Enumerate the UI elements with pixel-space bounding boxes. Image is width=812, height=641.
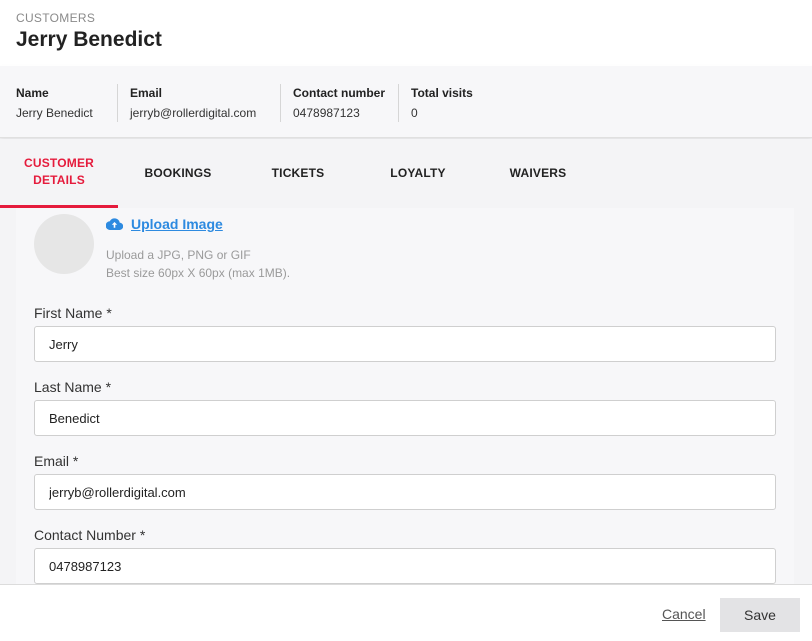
breadcrumb[interactable]: CUSTOMERS — [16, 11, 95, 25]
summary-label: Total visits — [411, 86, 473, 100]
upload-hint-size: Best size 60px X 60px (max 1MB). — [106, 266, 291, 280]
save-button[interactable]: Save — [720, 598, 800, 632]
tab-tickets[interactable]: TICKETS — [238, 139, 358, 208]
customer-summary: Name Jerry Benedict Email jerryb@rollerd… — [0, 66, 812, 138]
tab-label: DETAILS — [33, 173, 85, 187]
summary-visits: Total visits 0 — [398, 84, 473, 122]
tab-label: WAIVERS — [509, 166, 567, 180]
upload-image-label: Upload Image — [131, 216, 223, 232]
email-label: Email * — [34, 453, 79, 469]
summary-value: jerryb@rollerdigital.com — [130, 106, 257, 120]
tab-customer-details[interactable]: CUSTOMER DETAILS — [0, 139, 118, 208]
customer-details-card: Upload Image Upload a JPG, PNG or GIF Be… — [16, 208, 794, 588]
cancel-button[interactable]: Cancel — [662, 606, 706, 622]
email-input[interactable] — [34, 474, 776, 510]
summary-value: Jerry Benedict — [16, 106, 93, 120]
tab-loyalty[interactable]: LOYALTY — [358, 139, 478, 208]
summary-email: Email jerryb@rollerdigital.com — [117, 84, 256, 122]
cloud-upload-icon — [106, 218, 123, 230]
summary-value: 0 — [411, 106, 418, 120]
summary-contact: Contact number 0478987123 — [280, 84, 385, 122]
tab-label: BOOKINGS — [144, 166, 212, 180]
tab-label: CUSTOMER — [23, 156, 95, 170]
last-name-label: Last Name * — [34, 379, 112, 395]
last-name-input[interactable] — [34, 400, 776, 436]
upload-image-link[interactable]: Upload Image — [106, 216, 223, 232]
tab-label: LOYALTY — [390, 166, 446, 180]
page-header: CUSTOMERS Jerry Benedict — [0, 0, 812, 66]
summary-name: Name Jerry Benedict — [0, 84, 93, 122]
contact-number-input[interactable] — [34, 548, 776, 584]
first-name-input[interactable] — [34, 326, 776, 362]
first-name-label: First Name * — [34, 305, 112, 321]
page-title: Jerry Benedict — [16, 28, 162, 51]
tab-bookings[interactable]: BOOKINGS — [118, 139, 238, 208]
summary-label: Email — [130, 86, 163, 100]
upload-hint-format: Upload a JPG, PNG or GIF — [106, 248, 251, 262]
tab-bar: CUSTOMER DETAILS BOOKINGS TICKETS LOYALT… — [0, 139, 812, 208]
contact-number-label: Contact Number * — [34, 527, 146, 543]
summary-label: Name — [16, 86, 49, 100]
summary-value: 0478987123 — [293, 106, 360, 120]
tab-waivers[interactable]: WAIVERS — [478, 139, 598, 208]
summary-label: Contact number — [293, 86, 386, 100]
avatar — [34, 214, 94, 274]
tab-label: TICKETS — [271, 166, 325, 180]
form-footer: Cancel Save — [0, 584, 812, 641]
